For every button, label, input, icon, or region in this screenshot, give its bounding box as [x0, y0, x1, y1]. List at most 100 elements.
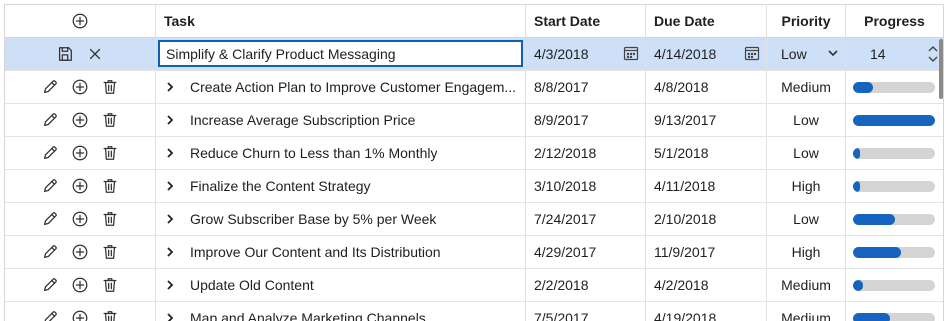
task-label: Map and Analyze Marketing Channels — [190, 310, 426, 321]
delete-trash-icon[interactable] — [99, 274, 121, 296]
task-edit-input[interactable]: Simplify & Clarify Product Messaging — [158, 40, 523, 67]
edit-pencil-icon[interactable] — [39, 307, 61, 321]
chevron-right-icon[interactable] — [164, 114, 180, 126]
progress-cell — [846, 302, 943, 321]
edit-pencil-icon[interactable] — [39, 76, 61, 98]
task-cell: Create Action Plan to Improve Customer E… — [156, 71, 526, 103]
start-date-edit-value: 4/3/2018 — [534, 46, 589, 62]
due-date-cell: 5/1/2018 — [646, 137, 767, 169]
progress-bar-fill — [853, 279, 863, 291]
calendar-icon[interactable] — [744, 45, 760, 64]
table-row: Improve Our Content and Its Distribution… — [5, 236, 943, 269]
row-actions — [5, 170, 156, 202]
due-date-cell: 4/19/2018 — [646, 302, 767, 321]
due-date-cell: 4/11/2018 — [646, 170, 767, 202]
chevron-right-icon[interactable] — [164, 312, 180, 321]
editing-row: Simplify & Clarify Product Messaging 4/3… — [5, 38, 943, 71]
progress-edit-cell[interactable]: 14 — [846, 38, 943, 70]
tasks-grid: Task Start Date Due Date Priority Progre… — [4, 4, 944, 321]
row-actions — [5, 104, 156, 136]
add-child-icon[interactable] — [69, 109, 91, 131]
table-row: Increase Average Subscription Price 8/9/… — [5, 104, 943, 137]
start-date-cell: 7/5/2017 — [526, 302, 646, 321]
progress-bar — [853, 180, 935, 192]
chevron-right-icon[interactable] — [164, 246, 180, 258]
add-child-icon[interactable] — [69, 76, 91, 98]
cancel-icon[interactable] — [84, 43, 106, 65]
add-child-icon[interactable] — [69, 241, 91, 263]
add-child-icon[interactable] — [69, 274, 91, 296]
task-label: Create Action Plan to Improve Customer E… — [190, 79, 517, 95]
priority-cell: Low — [767, 104, 846, 136]
start-date-column-header[interactable]: Start Date — [526, 5, 646, 37]
start-date-cell: 2/2/2018 — [526, 269, 646, 301]
priority-column-header[interactable]: Priority — [767, 5, 846, 37]
progress-column-header[interactable]: Progress — [846, 5, 943, 37]
task-cell: Improve Our Content and Its Distribution — [156, 236, 526, 268]
calendar-icon[interactable] — [623, 45, 639, 64]
table-row: Map and Analyze Marketing Channels 7/5/2… — [5, 302, 943, 321]
progress-bar-fill — [853, 180, 861, 192]
due-date-edit-value: 4/14/2018 — [654, 46, 717, 62]
chevron-right-icon[interactable] — [164, 147, 180, 159]
priority-cell: High — [767, 170, 846, 202]
delete-trash-icon[interactable] — [99, 208, 121, 230]
add-child-icon[interactable] — [69, 307, 91, 321]
progress-bar — [853, 312, 935, 321]
delete-trash-icon[interactable] — [99, 76, 121, 98]
due-date-column-header[interactable]: Due Date — [646, 5, 767, 37]
task-column-header[interactable]: Task — [156, 5, 526, 37]
progress-cell — [846, 269, 943, 301]
row-actions — [5, 71, 156, 103]
edit-pencil-icon[interactable] — [39, 208, 61, 230]
spin-up-icon[interactable] — [927, 44, 939, 53]
add-child-icon[interactable] — [69, 208, 91, 230]
plus-circle-icon[interactable] — [69, 10, 91, 32]
add-child-icon[interactable] — [69, 142, 91, 164]
chevron-right-icon[interactable] — [164, 213, 180, 225]
row-actions — [5, 269, 156, 301]
delete-trash-icon[interactable] — [99, 241, 121, 263]
edit-pencil-icon[interactable] — [39, 241, 61, 263]
progress-bar-fill — [853, 114, 935, 126]
delete-trash-icon[interactable] — [99, 307, 121, 321]
start-date-cell: 8/8/2017 — [526, 71, 646, 103]
save-icon[interactable] — [54, 43, 76, 65]
chevron-right-icon[interactable] — [164, 81, 180, 93]
delete-trash-icon[interactable] — [99, 175, 121, 197]
table-row: Update Old Content 2/2/2018 4/2/2018 Med… — [5, 269, 943, 302]
priority-cell: Low — [767, 203, 846, 235]
chevron-right-icon[interactable] — [164, 180, 180, 192]
delete-trash-icon[interactable] — [99, 142, 121, 164]
priority-cell: Medium — [767, 269, 846, 301]
priority-cell: Medium — [767, 302, 846, 321]
edit-pencil-icon[interactable] — [39, 274, 61, 296]
priority-select-value: Low — [781, 46, 807, 62]
due-date-cell: 11/9/2017 — [646, 236, 767, 268]
spin-buttons[interactable] — [927, 44, 939, 64]
chevron-down-icon[interactable] — [827, 46, 839, 62]
spin-down-icon[interactable] — [927, 55, 939, 64]
progress-cell — [846, 236, 943, 268]
delete-trash-icon[interactable] — [99, 109, 121, 131]
task-label: Increase Average Subscription Price — [190, 112, 416, 128]
table-row: Reduce Churn to Less than 1% Monthly 2/1… — [5, 137, 943, 170]
start-date-cell: 4/29/2017 — [526, 236, 646, 268]
chevron-right-icon[interactable] — [164, 279, 180, 291]
actions-header — [5, 5, 156, 37]
edit-pencil-icon[interactable] — [39, 142, 61, 164]
add-child-icon[interactable] — [69, 175, 91, 197]
task-label: Reduce Churn to Less than 1% Monthly — [190, 145, 438, 161]
progress-bar — [853, 147, 935, 159]
edit-pencil-icon[interactable] — [39, 175, 61, 197]
start-date-edit-cell[interactable]: 4/3/2018 — [526, 38, 646, 70]
edit-pencil-icon[interactable] — [39, 109, 61, 131]
task-cell: Increase Average Subscription Price — [156, 104, 526, 136]
row-actions — [5, 203, 156, 235]
priority-edit-cell[interactable]: Low — [767, 38, 846, 70]
progress-bar-fill — [853, 147, 861, 159]
vertical-scrollbar[interactable] — [939, 39, 943, 99]
task-label: Improve Our Content and Its Distribution — [190, 244, 441, 260]
due-date-cell: 4/8/2018 — [646, 71, 767, 103]
due-date-edit-cell[interactable]: 4/14/2018 — [646, 38, 767, 70]
